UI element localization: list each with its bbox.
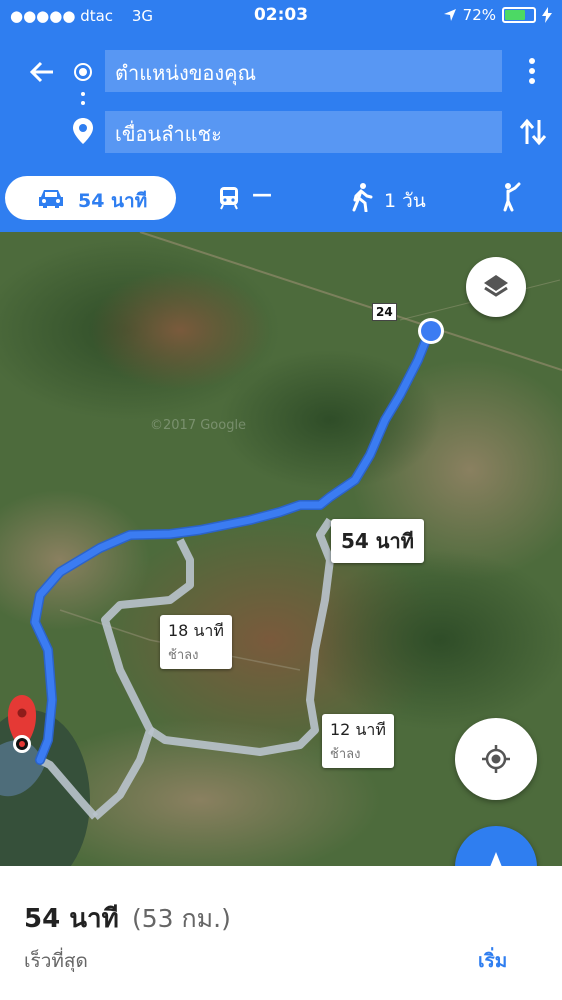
transit-time: — [252,182,272,206]
directions-header: ●●●●● dtac 3G 02:03 72% ตำแหน่งของคุณ เข… [0,0,562,232]
origin-icon [74,63,92,81]
location-arrow-icon [443,9,456,21]
route-alt2-note: ช้าลง [330,747,361,762]
tab-drive[interactable]: 54 นาที [5,176,176,220]
route-label-alt-2[interactable]: 12 นาที ช้าลง [322,714,394,768]
train-icon [220,187,238,210]
ride-icon [503,182,521,212]
route-connector [81,92,85,114]
layers-button[interactable] [466,257,526,317]
more-button[interactable] [524,58,540,86]
road-shield: 24 [372,303,397,321]
drive-time: 54 นาที [78,190,148,212]
my-location-icon [482,745,510,773]
travel-mode-tabs: 54 นาที — 1 วัน [0,172,562,224]
route-alt1-note: ช้าลง [168,648,199,663]
my-location-button[interactable] [455,718,537,800]
walk-time: 1 วัน [384,190,426,212]
route-summary-sheet[interactable]: 54 นาที (53 กม.) เร็วที่สุด เริ่ม [0,866,562,1000]
destination-pin-icon [73,118,93,144]
battery-icon [502,7,536,23]
swap-button[interactable] [518,116,548,148]
route-alt1-time: 18 นาที [168,621,224,640]
summary-time: 54 นาที [24,904,119,934]
charging-icon [542,7,552,23]
tab-ride[interactable] [500,182,524,216]
swap-icon [519,118,547,146]
route-label-alt-1[interactable]: 18 นาที ช้าลง [160,615,232,669]
route-label-primary[interactable]: 54 นาที [331,519,424,563]
summary-note: เร็วที่สุด [24,950,88,972]
route-primary-time: 54 นาที [341,529,414,553]
map-watermark: ©2017 Google [150,418,247,433]
layers-icon [484,275,508,297]
destination-field[interactable]: เขื่อนลำแชะ [105,111,502,153]
start-button[interactable]: เริ่ม [478,946,507,976]
more-icon [524,58,540,84]
status-right: 72% [443,6,552,24]
summary-distance: (53 กม.) [132,904,231,933]
battery-percent: 72% [462,6,496,24]
route-alt2-time: 12 นาที [330,720,386,739]
walk-icon [352,183,373,212]
origin-field[interactable]: ตำแหน่งของคุณ [105,50,502,92]
car-icon [39,190,63,208]
status-bar: ●●●●● dtac 3G 02:03 72% [0,0,562,32]
back-button[interactable] [26,56,58,88]
back-arrow-icon [29,61,53,83]
